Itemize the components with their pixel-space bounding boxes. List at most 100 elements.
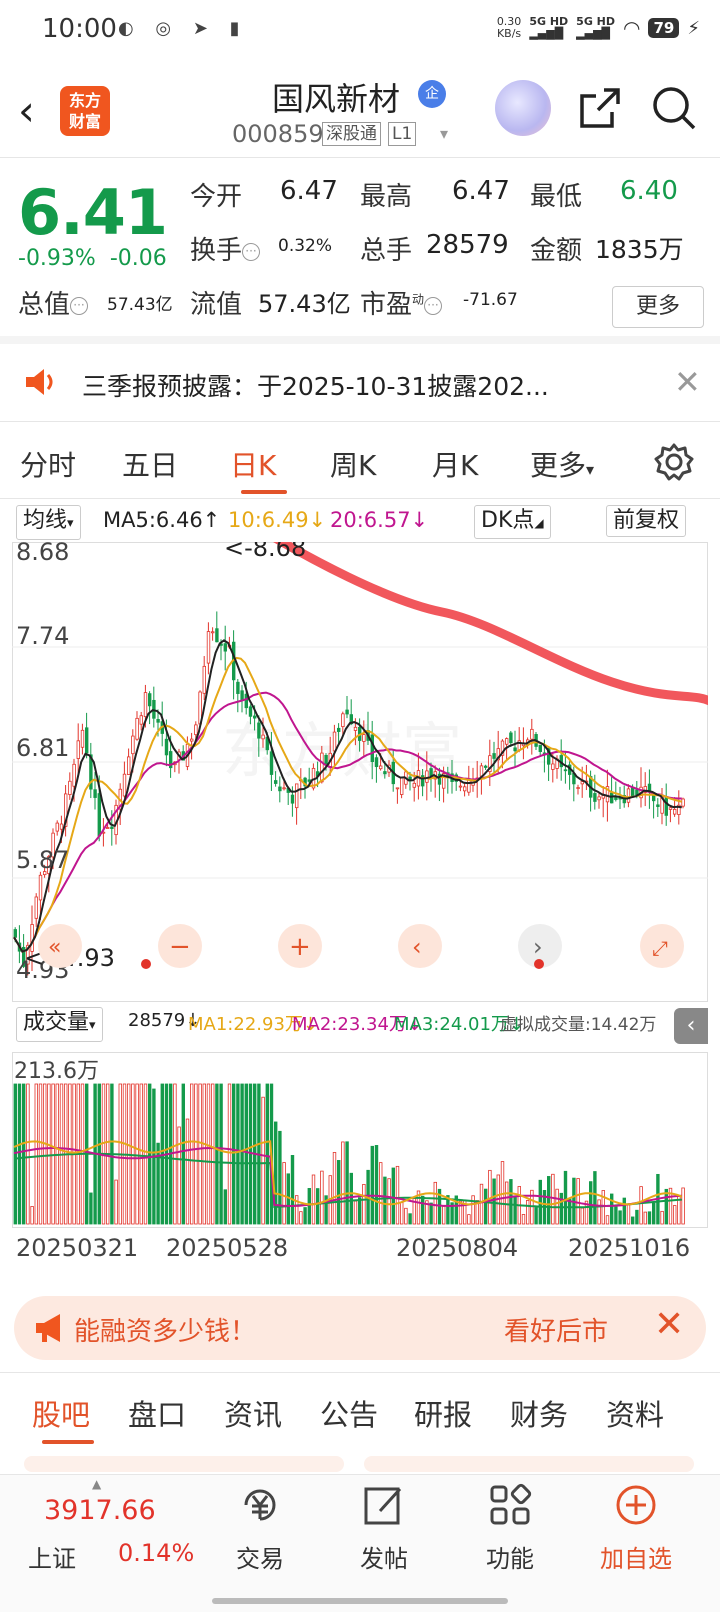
subtab-pankou[interactable]: 盘口 xyxy=(128,1392,186,1434)
header: ‹ 东方 财富 国风新材 企 000859 深股通 L1 ▾ xyxy=(0,62,720,158)
volume-bar-item xyxy=(387,1178,391,1225)
candle-body xyxy=(236,681,240,694)
subtab-guba[interactable]: 股吧 xyxy=(32,1392,90,1434)
notice-text: 三季报预披露：于2025-10-31披露202... xyxy=(82,372,549,401)
volume-bar-item xyxy=(290,1155,295,1225)
back-icon[interactable]: ‹ xyxy=(18,86,35,135)
volume-bar-item xyxy=(429,1202,433,1225)
svg-text:+: + xyxy=(289,932,311,962)
volume-bar-item xyxy=(341,1141,345,1225)
subtab-finance[interactable]: 财务 xyxy=(510,1392,568,1434)
turnover-label: 换手 ··· xyxy=(190,230,261,267)
volume-bar-item xyxy=(265,1083,269,1225)
volume-bar-item xyxy=(273,1121,278,1225)
candle-body xyxy=(38,874,43,901)
volume-bar-item xyxy=(177,1126,181,1225)
dk-select[interactable]: DK点◢ xyxy=(474,505,551,539)
volume-bar-item xyxy=(227,1083,232,1225)
period-tabs: 分时 五日 日K 周K 月K 更多▾ xyxy=(0,430,720,500)
volume-bar-item xyxy=(605,1215,610,1225)
volume-select[interactable]: 成交量▾ xyxy=(16,1007,103,1042)
volume-bar-item xyxy=(647,1211,652,1225)
candle-body xyxy=(106,827,110,829)
kline-chart[interactable]: 东方财富 8.68 7.74 6.81 5.87 4.93 <-8.68 <--… xyxy=(12,542,708,1002)
candle-body xyxy=(664,796,668,816)
volume-bar-item xyxy=(534,1207,538,1225)
candle-body xyxy=(97,793,101,837)
volume-bar-item xyxy=(559,1192,563,1225)
candle-body xyxy=(362,734,366,742)
enterprise-badge: 企 xyxy=(418,80,446,108)
divider xyxy=(0,498,720,499)
subtab-indicator xyxy=(42,1440,94,1444)
volume-bar-item xyxy=(639,1186,643,1225)
svg-text:‹: ‹ xyxy=(412,933,422,961)
candle-body xyxy=(332,731,337,752)
volume-chart: 213.6万 xyxy=(12,1052,708,1228)
close-icon[interactable]: ✕ xyxy=(674,363,701,401)
volume-bar-item xyxy=(189,1083,194,1225)
promo-banner[interactable]: 能融资多少钱！ 看好后市 ✕ xyxy=(14,1296,706,1360)
card-peek xyxy=(24,1456,344,1472)
volume-bar-item xyxy=(332,1152,337,1225)
volume-bar-item xyxy=(181,1083,185,1225)
index-value[interactable]: 3917.66 xyxy=(44,1495,156,1526)
candle-body xyxy=(538,744,542,752)
fq-select[interactable]: 前复权 xyxy=(606,505,687,537)
share-icon[interactable] xyxy=(578,86,622,130)
divider xyxy=(0,336,720,344)
expand-icon[interactable]: ▾ xyxy=(440,124,448,143)
svg-text:«: « xyxy=(48,935,61,960)
subtab-profile[interactable]: 资料 xyxy=(606,1392,664,1434)
subtab-research[interactable]: 研报 xyxy=(414,1392,472,1434)
date-1: 20250321 xyxy=(16,1234,139,1262)
status-time: 10:00 xyxy=(42,14,117,44)
candle-body xyxy=(656,804,660,807)
notice-bar[interactable]: 三季报预披露：于2025-10-31披露202... ✕ xyxy=(0,345,720,421)
volume-bar-item xyxy=(147,1083,152,1225)
candle-body xyxy=(55,822,59,832)
candle-body xyxy=(59,823,64,830)
assistant-avatar[interactable] xyxy=(495,80,551,136)
volume-bar-item xyxy=(231,1083,236,1225)
collapse-button[interactable]: ‹ xyxy=(674,1008,708,1044)
volume-bar-item xyxy=(219,1083,223,1225)
ma-select[interactable]: 均线▾ xyxy=(16,505,81,540)
y-label-3: 6.81 xyxy=(16,734,69,762)
volume-bar-item xyxy=(315,1188,320,1225)
yen-icon xyxy=(244,1489,276,1521)
volume-bar-item xyxy=(299,1211,303,1225)
bottom-bar: ▲ 3917.66 上证 0.14% 交易 发帖 功能 加自选 xyxy=(0,1474,720,1612)
divider xyxy=(0,1372,720,1373)
stock-name: 国风新材 xyxy=(272,80,401,118)
subtab-news[interactable]: 资讯 xyxy=(224,1392,282,1434)
edit-icon xyxy=(364,1487,402,1525)
virtual-volume: 虚拟成交量:14.42万 xyxy=(500,1015,657,1035)
more-button[interactable]: 更多 xyxy=(612,286,704,328)
subtab-announce[interactable]: 公告 xyxy=(320,1392,378,1434)
volume-bar-item xyxy=(362,1183,366,1225)
volume-bar-item xyxy=(215,1083,219,1225)
volume-bar-item xyxy=(610,1193,614,1225)
gear-icon[interactable] xyxy=(654,442,694,482)
tab-monthly-k[interactable]: 月K xyxy=(432,444,478,484)
tab-daily-k[interactable]: 日K xyxy=(230,444,276,484)
volume-bar-item xyxy=(114,1179,118,1225)
y-label-4: 5.87 xyxy=(16,846,69,874)
candle-body xyxy=(593,793,597,802)
volume-bar-item xyxy=(378,1162,383,1225)
volume-bar-item xyxy=(311,1174,316,1225)
tab-weekly-k[interactable]: 周K xyxy=(330,444,376,484)
search-icon[interactable] xyxy=(650,84,698,132)
volume-bar-item xyxy=(210,1083,215,1225)
candle-body xyxy=(110,826,114,829)
vol-y-label: 213.6万 xyxy=(14,1059,99,1084)
candle-body xyxy=(626,788,631,803)
candle-body xyxy=(668,807,673,810)
tab-intraday[interactable]: 分时 xyxy=(20,444,76,484)
tab-more[interactable]: 更多▾ xyxy=(530,444,594,484)
promo-right-text: 看好后市 xyxy=(504,1317,609,1347)
close-icon[interactable]: ✕ xyxy=(654,1304,684,1345)
tab-5day[interactable]: 五日 xyxy=(122,444,178,484)
app-logo: 东方 财富 xyxy=(60,86,110,136)
